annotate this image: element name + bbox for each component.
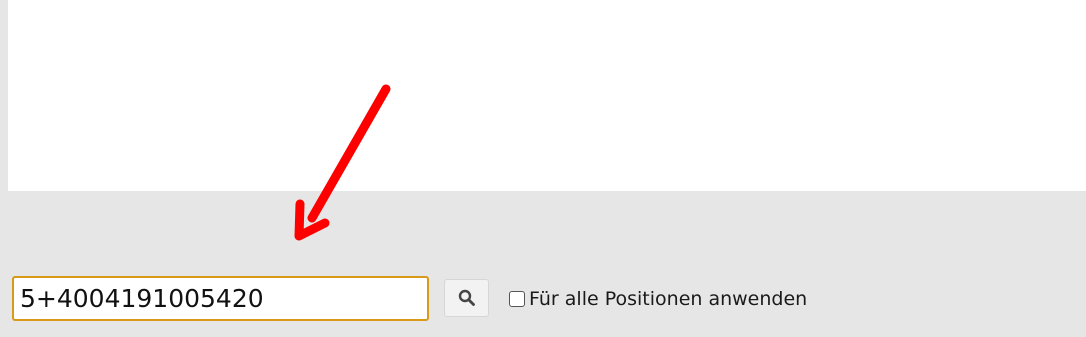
search-toolbar: Für alle Positionen anwenden (12, 276, 912, 321)
content-panel (8, 0, 1086, 191)
apply-all-option[interactable]: Für alle Positionen anwenden (508, 288, 807, 310)
apply-all-label: Für alle Positionen anwenden (529, 288, 808, 310)
search-icon (458, 289, 475, 306)
search-button[interactable] (444, 279, 489, 317)
apply-all-checkbox[interactable] (509, 291, 525, 307)
search-input[interactable] (12, 276, 429, 321)
